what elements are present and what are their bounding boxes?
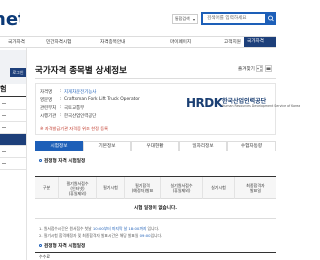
detail-tabs: 시험정보 기본정보 우대현황 일자리정보 수험자동향 (35, 141, 276, 151)
warning-note: ※ 자격발급기관 자격증 위조 한정 등록 (40, 126, 108, 131)
tab-jobs[interactable]: 일자리정보 (179, 141, 227, 151)
login-button[interactable]: 로그인 (10, 68, 26, 77)
table-header: 구분 필기원서접수 (인터넷) (휴일제외) 필기시험 필기합격 (예정자)발표 실기… (35, 177, 276, 199)
table-header-cell: 수수료 (39, 254, 51, 259)
title-divider (35, 78, 276, 79)
nav-item-mypage[interactable]: 마이페이지 (170, 39, 191, 45)
column-header: 실기시험 (203, 177, 235, 199)
note-line: 2. 필기시험 합격예정자 및 최종합격자 발표시간은 해당 발표일 09:00… (39, 233, 163, 238)
qualification-name-link[interactable]: 지게차운전기능사 (64, 89, 96, 95)
tab-exam-info[interactable]: 시험정보 (35, 141, 83, 151)
sidebar-item[interactable] (0, 146, 26, 158)
tab-preference[interactable]: 우대현황 (131, 141, 179, 151)
section-title: 검정형 자격 시험일정 (39, 243, 85, 249)
main-nav: 국가자격 민간자격시험 자격종목안내 마이페이지 고객지원 국가자격 (0, 36, 276, 48)
nav-item-private[interactable]: 민간자격시험 (46, 39, 71, 45)
tab-basic-info[interactable]: 기본정보 (83, 141, 131, 151)
table-body: 시험 일정이 없습니다. (35, 199, 276, 219)
search-button[interactable] (266, 12, 276, 25)
column-header: 필기합격 (예정자)발표 (125, 177, 161, 199)
sidebar-item[interactable] (0, 98, 26, 110)
bookmark-link[interactable]: 즐겨찾기 (238, 66, 255, 72)
site-logo[interactable]: net (0, 10, 20, 30)
chevron-down-icon: ▾ (192, 17, 195, 22)
column-header: 구분 (35, 177, 59, 199)
empty-message: 시험 일정이 없습니다. (134, 206, 177, 211)
sidebar-item[interactable] (0, 110, 26, 122)
note-line: 1. 원서접수시간은 원서접수 첫날 10:00부터 마지막 날 18:00까지… (39, 226, 160, 231)
search-scope-select[interactable]: 통합검색 ▾ (172, 14, 198, 24)
sidebar-divider (0, 96, 26, 97)
sidebar-heading: 험 (0, 85, 7, 93)
bullet-icon (39, 159, 42, 162)
tab-trends[interactable]: 수험자동향 (227, 141, 276, 151)
sidebar-item[interactable] (0, 158, 26, 170)
nav-item-active[interactable]: 국가자격 (244, 37, 276, 47)
bullet-icon (39, 244, 42, 247)
column-header: 필기원서접수 (인터넷) (휴일제외) (59, 177, 97, 199)
nav-item-guide[interactable]: 자격종목안내 (100, 39, 125, 45)
sidebar-border (26, 48, 27, 260)
sidebar-item[interactable] (0, 122, 26, 134)
agency-logo: HRDK 한국산업인력공단 Human Resources Developmen… (186, 96, 301, 110)
search-icon (268, 15, 274, 22)
nav-item-national[interactable]: 국가자격 (8, 39, 25, 45)
column-header: 필기시험 (97, 177, 125, 199)
nav-item-support[interactable]: 고객지원 (224, 39, 241, 45)
schedule-table: 구분 필기원서접수 (인터넷) (휴일제외) 필기시험 필기합격 (예정자)발표 실기… (35, 176, 276, 219)
page-title: 국가자격 종목별 상세정보 (35, 66, 127, 76)
print-icon[interactable] (265, 65, 272, 72)
column-header: 최종합격자 발표일 (246, 183, 265, 193)
table-top-border (35, 252, 276, 253)
section-title: 검정형 자격 시험일정 (39, 158, 85, 164)
sidebar-item-active[interactable] (0, 134, 26, 146)
share-icon[interactable] (256, 65, 263, 72)
search-input[interactable]: 검색어를 입력하세요 (201, 12, 267, 25)
column-header: 실기원서접수 (휴일제외) (161, 177, 203, 199)
sidebar-login-area (0, 50, 26, 84)
